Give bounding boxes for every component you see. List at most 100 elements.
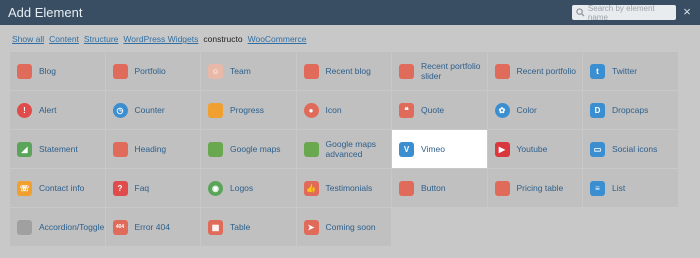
element-recent-blog[interactable]: Recent blog [296, 52, 391, 90]
element-coming-soon[interactable]: ➤ Coming soon [296, 208, 391, 246]
element-counter[interactable]: ◷ Counter [105, 91, 200, 129]
element-heading[interactable]: Heading [105, 130, 200, 168]
element-statement[interactable]: ◢ Statement [10, 130, 105, 168]
blog-icon [17, 63, 32, 79]
recent-blog-icon [303, 63, 319, 79]
element-label: Recent blog [325, 66, 371, 76]
vimeo-icon: V [399, 141, 414, 157]
statement-icon: ◢ [17, 141, 32, 157]
filter-show-all[interactable]: Show all [12, 34, 44, 44]
icon-icon: ● [303, 102, 319, 118]
logos-icon: ◉ [208, 180, 223, 196]
element-button[interactable]: Button [392, 169, 487, 207]
element-grid: Blog Portfolio ☺ Team Recent blog Recent port… [10, 52, 678, 246]
element-recent-portfolio[interactable]: Recent portfolio [487, 52, 582, 90]
element-social-icons[interactable]: ▭ Social icons [583, 130, 678, 168]
close-icon[interactable]: × [681, 4, 693, 20]
element-color[interactable]: ✿ Color [487, 91, 582, 129]
accordion-toggle-icon [17, 219, 32, 235]
element-label: Logos [230, 183, 254, 193]
filter-constructo: constructo [203, 34, 243, 44]
element-icon[interactable]: ● Icon [296, 91, 391, 129]
contact-info-icon: ☏ [17, 180, 32, 196]
element-accordion-toggle[interactable]: Accordion/Toggle [10, 208, 105, 246]
element-label: Button [421, 183, 446, 193]
element-dropcaps[interactable]: D Dropcaps [583, 91, 678, 129]
element-contact-info[interactable]: ☏ Contact info [10, 169, 105, 207]
element-label: Contact info [39, 183, 85, 193]
search-placeholder: Search by element name [587, 3, 655, 22]
pricing-table-icon [494, 180, 510, 196]
element-recent-portfolio-slider[interactable]: Recent portfolio slider [392, 52, 487, 90]
counter-icon: ◷ [112, 102, 128, 118]
testimonials-icon: 👍 [303, 180, 319, 196]
element-label: Error 404 [134, 222, 170, 232]
add-element-modal: Add Element Search by element name × Sho… [0, 0, 700, 258]
element-label: Vimeo [421, 144, 445, 154]
element-vimeo[interactable]: V Vimeo [392, 130, 487, 168]
list-icon: ≡ [590, 180, 605, 196]
error-404-icon: 404 [112, 219, 128, 235]
search-icon [576, 8, 585, 17]
element-label: Team [230, 66, 251, 76]
element-label: Recent portfolio slider [421, 61, 481, 81]
element-label: Statement [39, 144, 78, 154]
element-testimonials[interactable]: 👍 Testimonials [296, 169, 391, 207]
element-label: Table [230, 222, 251, 232]
element-error-404[interactable]: 404 Error 404 [105, 208, 200, 246]
coming-soon-icon: ➤ [303, 219, 319, 235]
progress-icon [208, 102, 223, 118]
quote-icon: ❝ [399, 102, 414, 118]
element-quote[interactable]: ❝ Quote [392, 91, 487, 129]
google-maps-advanced-icon [303, 141, 319, 157]
element-google-maps-advanced[interactable]: Google maps advanced [296, 130, 391, 168]
filter-wordpress-widgets[interactable]: WordPress Widgets [123, 34, 198, 44]
filter-structure[interactable]: Structure [84, 34, 119, 44]
element-label: Alert [39, 105, 57, 115]
element-label: Social icons [612, 144, 658, 154]
element-twitter[interactable]: t Twitter [583, 52, 678, 90]
google-maps-icon [208, 141, 223, 157]
element-label: Blog [39, 66, 57, 76]
element-faq[interactable]: ? Faq [105, 169, 200, 207]
filter-content[interactable]: Content [49, 34, 79, 44]
element-label: Youtube [516, 144, 548, 154]
element-pricing-table[interactable]: Pricing table [487, 169, 582, 207]
element-label: Testimonials [325, 183, 373, 193]
heading-icon [112, 141, 128, 157]
filter-woocommerce[interactable]: WooCommerce [248, 34, 307, 44]
element-alert[interactable]: ! Alert [10, 91, 105, 129]
portfolio-icon [112, 63, 128, 79]
faq-icon: ? [112, 180, 128, 196]
element-team[interactable]: ☺ Team [201, 52, 296, 90]
element-label: Google maps [230, 144, 281, 154]
element-label: Portfolio [134, 66, 166, 76]
element-label: Recent portfolio [516, 66, 577, 76]
element-label: Quote [421, 105, 445, 115]
element-youtube[interactable]: ▶ Youtube [487, 130, 582, 168]
filter-bar: Show all Content Structure WordPress Widget… [12, 34, 306, 44]
element-label: Coming soon [325, 222, 376, 232]
element-label: Faq [134, 183, 150, 193]
element-logos[interactable]: ◉ Logos [201, 169, 296, 207]
element-portfolio[interactable]: Portfolio [105, 52, 200, 90]
element-blog[interactable]: Blog [10, 52, 105, 90]
table-icon: ▦ [208, 219, 223, 235]
element-label: Google maps advanced [325, 139, 377, 159]
youtube-icon: ▶ [494, 141, 510, 157]
color-icon: ✿ [494, 102, 510, 118]
element-table[interactable]: ▦ Table [201, 208, 296, 246]
recent-portfolio-icon [494, 63, 510, 79]
alert-icon: ! [17, 102, 32, 118]
element-label: Accordion/Toggle [39, 222, 105, 232]
element-google-maps[interactable]: Google maps [201, 130, 296, 168]
recent-portfolio-slider-icon [399, 63, 414, 79]
button-icon [399, 180, 414, 196]
element-label: Pricing table [516, 183, 564, 193]
element-label: Icon [325, 105, 342, 115]
element-progress[interactable]: Progress [201, 91, 296, 129]
search-input[interactable]: Search by element name [572, 3, 676, 22]
element-label: Heading [134, 144, 167, 154]
element-list[interactable]: ≡ List [583, 169, 678, 207]
social-icons-icon: ▭ [590, 141, 605, 157]
